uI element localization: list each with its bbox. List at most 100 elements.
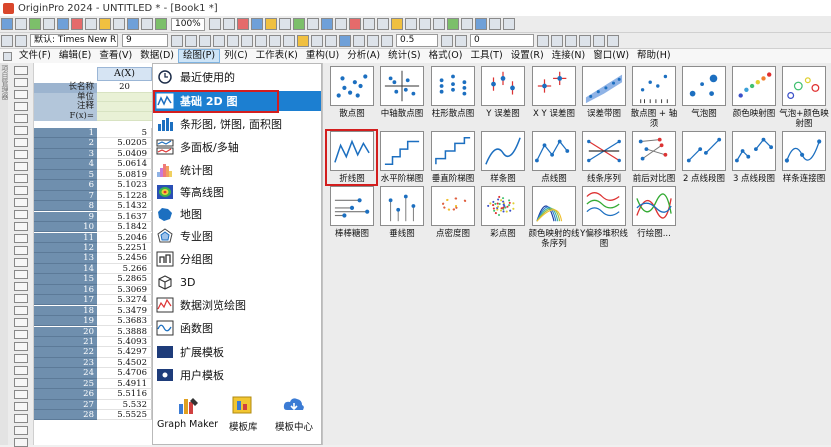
data-reader-icon[interactable] <box>488 18 501 30</box>
row-number[interactable]: 14 <box>34 263 97 275</box>
plot-menu-item[interactable]: 最近使用的 <box>153 67 321 87</box>
grid-icon[interactable] <box>13 414 28 423</box>
new-matrix-icon[interactable] <box>85 18 97 30</box>
table-icon[interactable] <box>13 378 28 387</box>
polygon-tool-icon[interactable] <box>13 234 28 243</box>
code-builder-icon[interactable] <box>264 18 277 30</box>
learning-center-icon[interactable] <box>348 18 361 30</box>
table-cell[interactable]: 5.3069 <box>97 284 152 296</box>
rectangle-tool-icon[interactable] <box>13 210 28 219</box>
region-select-icon[interactable] <box>13 246 28 255</box>
meta-row-value[interactable] <box>97 111 152 122</box>
table-cell[interactable]: 5.4093 <box>97 337 152 348</box>
ungroup-icon[interactable] <box>593 34 605 47</box>
plot-menu-item[interactable]: 分组图 <box>153 249 321 269</box>
menu-item[interactable]: 编辑(E) <box>55 49 95 63</box>
table-cell[interactable]: 5.5116 <box>97 389 152 400</box>
font-name-select[interactable]: 默认: Times New R <box>30 34 118 47</box>
align-objects-icon[interactable] <box>607 34 619 47</box>
command-window-icon[interactable] <box>278 18 291 30</box>
row-number[interactable]: 1 <box>34 128 97 139</box>
region-icon[interactable] <box>13 138 28 147</box>
row-number[interactable]: 19 <box>34 316 97 327</box>
table-cell[interactable]: 5.1842 <box>97 222 152 233</box>
open-icon[interactable] <box>15 18 27 30</box>
table-cell[interactable]: 5.2456 <box>97 253 152 264</box>
object-manager-icon[interactable] <box>306 18 319 30</box>
table-cell[interactable]: 5.0205 <box>97 138 152 149</box>
row-number[interactable]: 7 <box>34 190 97 201</box>
menu-item[interactable]: 数据(D) <box>136 49 178 63</box>
row-number[interactable]: 21 <box>34 337 97 348</box>
plot-menu-item[interactable]: 用户模板 <box>153 365 321 385</box>
menu-item[interactable]: 查看(V) <box>95 49 136 63</box>
row-number[interactable]: 27 <box>34 399 97 410</box>
gallery-tile[interactable]: 柱形散点图 <box>429 66 477 138</box>
gallery-tile[interactable]: 2 点线段图 <box>680 131 728 203</box>
row-number[interactable]: 9 <box>34 211 97 222</box>
row-number[interactable]: 15 <box>34 274 97 285</box>
meta-row-value[interactable]: 20 <box>97 82 152 93</box>
menu-item[interactable]: 工具(T) <box>466 49 506 63</box>
menu-item[interactable]: 绘图(P) <box>177 49 221 63</box>
row-number[interactable]: 3 <box>34 148 97 160</box>
table-cell[interactable]: 5 <box>97 128 152 139</box>
row-number[interactable]: 25 <box>34 378 97 390</box>
color-picker-icon[interactable] <box>13 294 28 303</box>
plot-menu-item[interactable]: 基础 2D 图 <box>153 90 321 113</box>
data-reader-icon[interactable] <box>13 102 28 111</box>
row-number[interactable]: 13 <box>34 253 97 264</box>
set-column-values-icon[interactable] <box>376 18 389 30</box>
italic-icon[interactable] <box>185 34 197 47</box>
duplicate-icon[interactable] <box>155 18 167 30</box>
font-size-select[interactable]: 9 <box>122 34 168 47</box>
table-cell[interactable]: 5.3274 <box>97 295 152 306</box>
link-icon[interactable] <box>13 390 28 399</box>
table-cell[interactable]: 5.3479 <box>97 305 152 316</box>
border-icon[interactable] <box>325 34 337 47</box>
crop-icon[interactable] <box>13 282 28 291</box>
table-cell[interactable]: 5.4502 <box>97 357 152 369</box>
freehand-icon[interactable] <box>13 258 28 267</box>
table-cell[interactable]: 5.532 <box>97 399 152 410</box>
mask-icon[interactable] <box>13 150 28 159</box>
meta-row-value[interactable] <box>97 102 152 112</box>
gallery-tile[interactable]: 样条连接图 <box>780 131 828 203</box>
menu-item[interactable]: 帮助(H) <box>633 49 675 63</box>
underline-icon[interactable] <box>199 34 211 47</box>
row-number[interactable]: 11 <box>34 232 97 243</box>
table-cell[interactable]: 5.3888 <box>97 326 152 337</box>
set-y-icon[interactable] <box>418 18 431 30</box>
bottom-button[interactable]: 模板中心 <box>275 394 313 433</box>
row-number[interactable]: 6 <box>34 180 97 191</box>
arrow-tool-icon[interactable] <box>13 174 28 183</box>
set-z-icon[interactable] <box>432 18 445 30</box>
table-cell[interactable]: 5.266 <box>97 263 152 275</box>
bottom-button[interactable]: 模板库 <box>229 394 258 433</box>
messages-log-icon[interactable] <box>320 18 333 30</box>
greek-icon[interactable] <box>241 34 253 47</box>
menu-item[interactable]: 列(C) <box>220 49 252 63</box>
bottom-button[interactable]: Graph Maker <box>157 394 218 430</box>
row-number[interactable]: 16 <box>34 284 97 296</box>
annotation-icon[interactable] <box>13 270 28 279</box>
curved-arrow-icon[interactable] <box>13 186 28 195</box>
column-header-a[interactable]: A(X) <box>97 67 152 81</box>
rotate-icon[interactable] <box>537 34 549 47</box>
gallery-tile[interactable]: Y偏移堆积线图 <box>580 186 628 258</box>
new-project-icon[interactable] <box>1 18 13 30</box>
plot-menu-item[interactable]: 等高线图 <box>153 182 321 202</box>
menu-item[interactable]: 窗口(W) <box>589 49 633 63</box>
gallery-tile[interactable]: Y 误差图 <box>479 66 527 138</box>
align-left-icon[interactable] <box>255 34 267 47</box>
graph-tool-icon[interactable] <box>362 18 375 30</box>
layer-add-icon[interactable] <box>13 342 28 351</box>
plot-menu-item[interactable]: 3D <box>153 272 321 292</box>
eraser-icon[interactable] <box>13 438 28 447</box>
menu-item[interactable]: 重构(U) <box>302 49 343 63</box>
row-number[interactable]: 23 <box>34 357 97 369</box>
table-cell[interactable]: 5.1023 <box>97 180 152 191</box>
table-cell[interactable]: 5.2865 <box>97 274 152 285</box>
back-icon[interactable] <box>565 34 577 47</box>
layer-icon[interactable] <box>236 18 249 30</box>
